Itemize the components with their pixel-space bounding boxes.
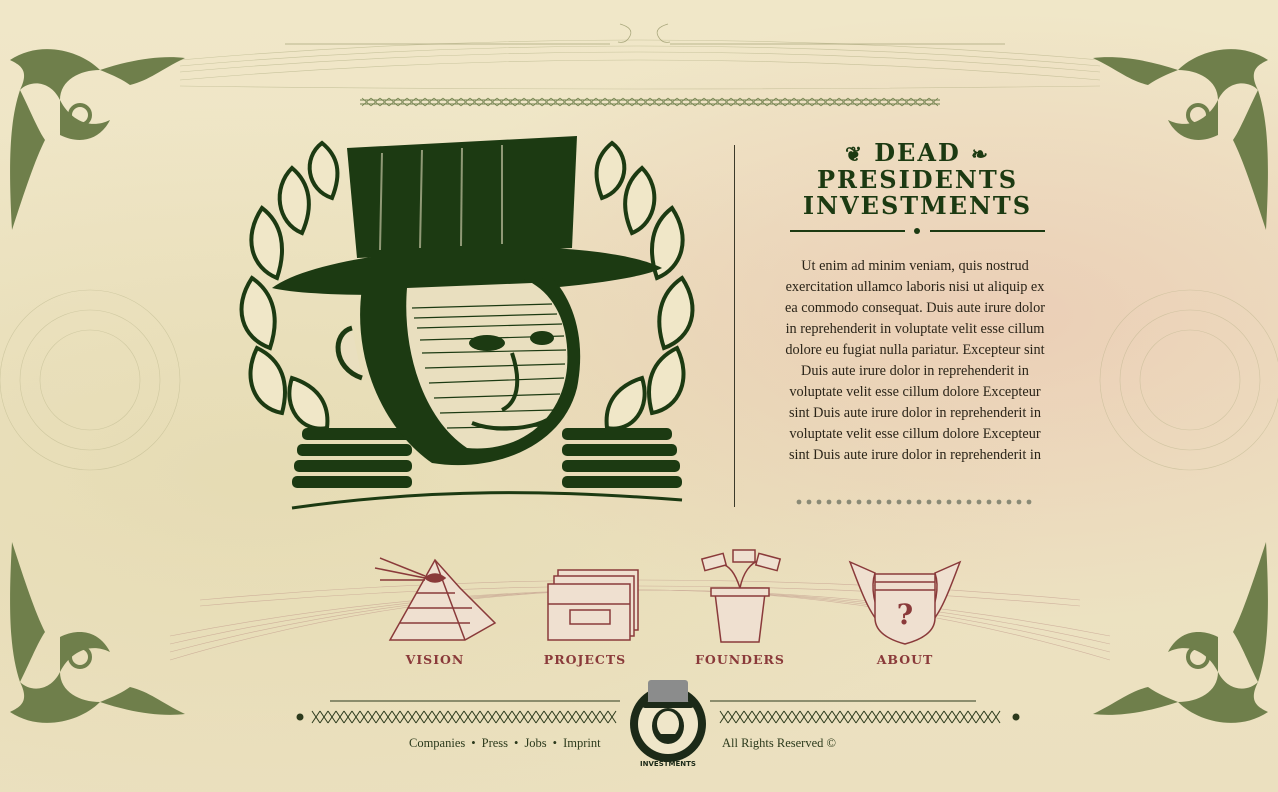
footer-separator: • bbox=[514, 736, 519, 750]
money-plant-icon bbox=[700, 549, 782, 643]
corner-ornament-top-right bbox=[1093, 49, 1268, 230]
hero-president-illustration bbox=[239, 136, 695, 510]
nav-about-label: About bbox=[876, 652, 934, 667]
winged-shield-question-icon: ? bbox=[848, 560, 962, 645]
briefcase-folders-icon bbox=[547, 569, 639, 641]
main-nav: Vision Projects Founders bbox=[360, 548, 962, 670]
footer-separator: • bbox=[552, 736, 558, 750]
nav-projects[interactable]: Projects bbox=[510, 548, 660, 670]
brand-line-3: Investments bbox=[802, 191, 1033, 220]
flourish-right-icon: ❧ bbox=[971, 142, 990, 166]
footer-link-imprint[interactable]: Imprint bbox=[563, 736, 601, 750]
brand-line-2: Presidents bbox=[816, 165, 1019, 194]
corner-ornament-bottom-left bbox=[10, 542, 185, 723]
nav-projects-label: Projects bbox=[543, 652, 627, 667]
brand-underline-rule bbox=[790, 228, 1045, 234]
nav-vision-label: Vision bbox=[405, 652, 465, 667]
logo-text-bottom: INVESTMENTS bbox=[640, 760, 696, 768]
nav-vision[interactable]: Vision bbox=[360, 548, 510, 670]
brand-word-dead: Dead bbox=[874, 138, 961, 167]
nav-founders[interactable]: Founders bbox=[665, 548, 815, 670]
dotted-separator bbox=[796, 499, 1032, 505]
footer-links: Companies • Press • Jobs • Imprint bbox=[409, 736, 601, 751]
footer-link-jobs[interactable]: Jobs bbox=[524, 736, 546, 750]
nav-about[interactable]: ? About bbox=[830, 548, 980, 670]
brand-line-1: ❦ Dead ❧ bbox=[775, 140, 1060, 167]
svg-text:?: ? bbox=[897, 598, 913, 631]
copyright-text: All Rights Reserved © bbox=[722, 736, 837, 750]
vertical-divider bbox=[734, 145, 735, 507]
dead-presidents-logo[interactable]: INVESTMENTS bbox=[626, 676, 710, 770]
pyramid-eye-icon bbox=[374, 557, 497, 641]
corner-ornament-bottom-right bbox=[1093, 542, 1268, 723]
footer-separator: • bbox=[471, 736, 476, 750]
flourish-left-icon: ❦ bbox=[845, 142, 864, 166]
footer-link-companies[interactable]: Companies bbox=[409, 736, 465, 750]
intro-paragraph: Ut enim ad minim veniam, quis nostrud ex… bbox=[784, 258, 1046, 463]
brand-title: ❦ Dead ❧ Presidents Investments bbox=[775, 140, 1060, 219]
nav-founders-label: Founders bbox=[695, 652, 785, 667]
corner-ornament-top-left bbox=[10, 49, 185, 230]
footer-link-press[interactable]: Press bbox=[482, 736, 508, 750]
